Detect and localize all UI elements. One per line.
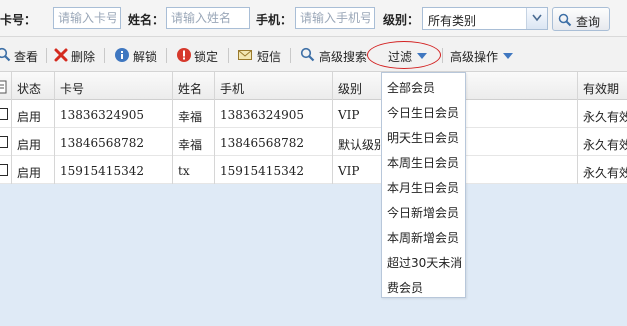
row-card: 15915415342 <box>60 164 144 178</box>
menu-item-birthday-today[interactable]: 今日生日会员 <box>387 104 459 121</box>
header-checkbox-cell <box>0 72 12 100</box>
row-level: 默认级别 <box>338 138 387 152</box>
unlock-button[interactable]: 解锁 <box>114 37 160 72</box>
menu-item-all-members[interactable]: 全部会员 <box>387 79 435 96</box>
search-icon <box>300 47 315 62</box>
row-checkbox[interactable] <box>0 164 8 176</box>
view-button-label: 查看 <box>14 50 39 64</box>
row-card: 13836324905 <box>60 108 144 122</box>
advanced-search-button[interactable]: 高级搜索 <box>300 37 370 72</box>
menu-item-birthday-this-month[interactable]: 本月生日会员 <box>387 179 459 196</box>
menu-item-new-today[interactable]: 今日新增会员 <box>387 204 459 221</box>
table-header: 状态 卡号 姓名 手机 级别 有效期 <box>0 72 627 100</box>
document-icon <box>0 80 7 94</box>
row-expiry: 永久有效 <box>583 166 627 180</box>
level-select[interactable]: 所有类别 <box>422 7 548 30</box>
header-card[interactable]: 卡号 <box>55 72 173 100</box>
search-icon <box>0 47 11 62</box>
card-number-input[interactable] <box>53 7 121 29</box>
row-phone: 13836324905 <box>220 108 304 122</box>
table-row[interactable]: 启用 15915415342 tx 15915415342 VIP 永久有效 <box>0 156 627 184</box>
table-row[interactable]: 启用 13846568782 幸福 13846568782 默认级别 永久有效 <box>0 128 627 156</box>
divider <box>290 48 291 63</box>
card-label: 卡号： <box>0 13 37 27</box>
menu-item-inactive-30-days-cont[interactable]: 费会员 <box>387 279 423 296</box>
menu-item-birthday-this-week[interactable]: 本周生日会员 <box>387 154 459 171</box>
lock-button-label: 锁定 <box>194 50 219 64</box>
phone-label: 手机： <box>256 13 293 27</box>
search-icon <box>558 13 572 27</box>
unlock-button-label: 解锁 <box>133 50 158 64</box>
lock-button[interactable]: 锁定 <box>176 37 222 72</box>
row-phone: 15915415342 <box>220 164 304 178</box>
row-level: VIP <box>338 164 360 178</box>
row-name: tx <box>178 164 190 178</box>
row-status: 启用 <box>17 166 42 180</box>
close-icon <box>54 48 68 62</box>
advanced-search-button-label: 高级搜索 <box>319 50 368 64</box>
divider <box>166 48 167 63</box>
divider <box>46 48 47 63</box>
row-expiry: 永久有效 <box>583 138 627 152</box>
sms-button-label: 短信 <box>257 50 282 64</box>
advanced-ops-button[interactable]: 高级操作 <box>450 37 520 72</box>
header-phone[interactable]: 手机 <box>215 72 333 100</box>
divider <box>442 48 443 63</box>
header-expiry[interactable]: 有效期 <box>578 72 627 100</box>
level-select-value: 所有类别 <box>428 14 477 28</box>
row-expiry: 永久有效 <box>583 110 627 124</box>
divider <box>228 48 229 63</box>
row-level: VIP <box>338 108 360 122</box>
row-phone: 13846568782 <box>220 136 304 150</box>
advanced-ops-button-label: 高级操作 <box>450 50 499 64</box>
menu-item-inactive-30-days[interactable]: 超过30天未消 <box>387 254 462 271</box>
filter-dropdown-menu: 全部会员 今日生日会员 明天生日会员 本周生日会员 本月生日会员 今日新增会员 … <box>381 72 466 298</box>
view-button[interactable]: 查看 <box>0 37 42 72</box>
menu-item-birthday-tomorrow[interactable]: 明天生日会员 <box>387 129 459 146</box>
search-bar: 卡号： 姓名： 手机： 级别： 所有类别 查询 <box>0 0 627 37</box>
row-status: 启用 <box>17 110 42 124</box>
level-label: 级别： <box>383 13 420 27</box>
alert-icon <box>177 48 191 62</box>
filter-button-label: 过滤 <box>388 50 413 64</box>
row-card: 13846568782 <box>60 136 144 150</box>
name-input[interactable] <box>166 7 250 29</box>
phone-input[interactable] <box>295 7 375 29</box>
query-button-label: 查询 <box>576 15 601 29</box>
toolbar: 查看 删除 解锁 锁定 短信 高级搜索 过滤 高级操作 <box>0 37 627 72</box>
divider <box>104 48 105 63</box>
sms-button[interactable]: 短信 <box>237 37 283 72</box>
header-status[interactable]: 状态 <box>12 72 55 100</box>
grid-empty-area <box>0 186 627 326</box>
row-name: 幸福 <box>178 110 203 124</box>
header-name[interactable]: 姓名 <box>173 72 215 100</box>
name-label: 姓名： <box>128 13 165 27</box>
row-name: 幸福 <box>178 138 203 152</box>
delete-button[interactable]: 删除 <box>53 37 97 72</box>
menu-item-new-this-week[interactable]: 本周新增会员 <box>387 229 459 246</box>
chevron-down-icon <box>503 53 513 59</box>
chevron-down-icon <box>417 53 427 59</box>
table-row[interactable]: 启用 13836324905 幸福 13836324905 VIP 永久有效 <box>0 100 627 128</box>
chevron-down-icon[interactable] <box>526 8 547 29</box>
info-icon <box>115 48 129 62</box>
query-button[interactable]: 查询 <box>552 7 610 31</box>
mail-icon <box>238 50 252 60</box>
delete-button-label: 删除 <box>71 50 96 64</box>
row-checkbox[interactable] <box>0 108 8 120</box>
row-status: 启用 <box>17 138 42 152</box>
filter-button[interactable]: 过滤 <box>384 37 432 72</box>
row-checkbox[interactable] <box>0 136 8 148</box>
